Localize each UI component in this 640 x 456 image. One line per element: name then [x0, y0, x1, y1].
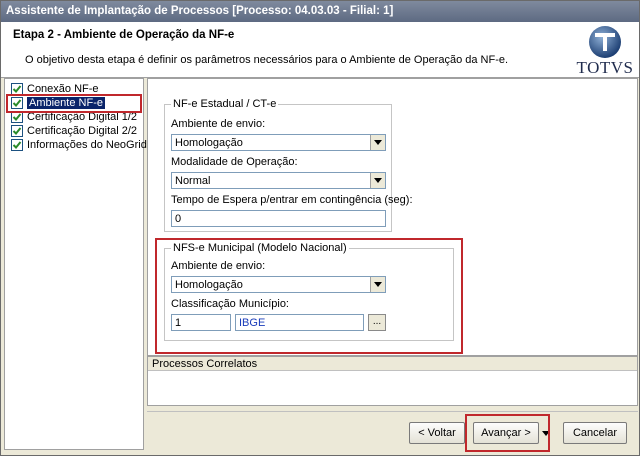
steps-tree: Conexão NF-e Ambiente NF-e Certificação …	[4, 78, 147, 450]
chevron-down-icon[interactable]	[370, 173, 385, 188]
modalidade-label: Modalidade de Operação:	[171, 156, 298, 168]
nfe-ambiente-select[interactable]: Homologação	[171, 134, 386, 151]
totvs-logo-icon	[589, 26, 621, 58]
check-icon	[11, 125, 23, 137]
tree-item-certificacao-2[interactable]: Certificação Digital 2/2	[5, 124, 143, 138]
tree-item-label: Certificação Digital 2/2	[27, 125, 138, 137]
window-title: Assistente de Implantação de Processos […	[1, 1, 639, 22]
tree-item-neogrid[interactable]: Informações do NeoGrid	[5, 138, 147, 152]
tempo-espera-label: Tempo de Espera p/entrar em contingência…	[171, 194, 413, 206]
cancelar-button[interactable]: Cancelar	[563, 422, 627, 444]
tree-item-label: Informações do NeoGrid	[27, 139, 147, 151]
step-title: Etapa 2 - Ambiente de Operação da NF-e	[13, 29, 235, 41]
nfe-estadual-legend: NF-e Estadual / CT-e	[171, 98, 279, 110]
nfe-modalidade-value: Normal	[175, 175, 211, 187]
wizard-window: Assistente de Implantação de Processos […	[0, 0, 640, 456]
footer-divider	[147, 411, 638, 412]
tempo-espera-input[interactable]: 0	[171, 210, 386, 227]
nfe-modalidade-select[interactable]: Normal	[171, 172, 386, 189]
logo-text: TOTVS	[576, 58, 634, 77]
processos-correlatos-title: Processos Correlatos	[148, 357, 637, 371]
check-icon	[11, 139, 23, 151]
avancar-highlight-annotation	[465, 414, 550, 452]
main-panel: NF-e Estadual / CT-e Ambiente de envio: …	[147, 78, 638, 356]
ambiente-envio-label: Ambiente de envio:	[171, 118, 266, 130]
sidebar-highlight-annotation	[6, 94, 142, 113]
voltar-button[interactable]: < Voltar	[409, 422, 465, 444]
step-description: O objetivo desta etapa é definir os parâ…	[25, 54, 509, 66]
totvs-logo: TOTVS	[575, 24, 635, 78]
chevron-down-icon[interactable]	[370, 135, 385, 150]
nfe-ambiente-value: Homologação	[175, 137, 243, 149]
step-header: Etapa 2 - Ambiente de Operação da NF-e O…	[1, 22, 639, 78]
processos-correlatos-panel: Processos Correlatos	[147, 356, 638, 406]
nfse-highlight-annotation	[155, 238, 463, 354]
